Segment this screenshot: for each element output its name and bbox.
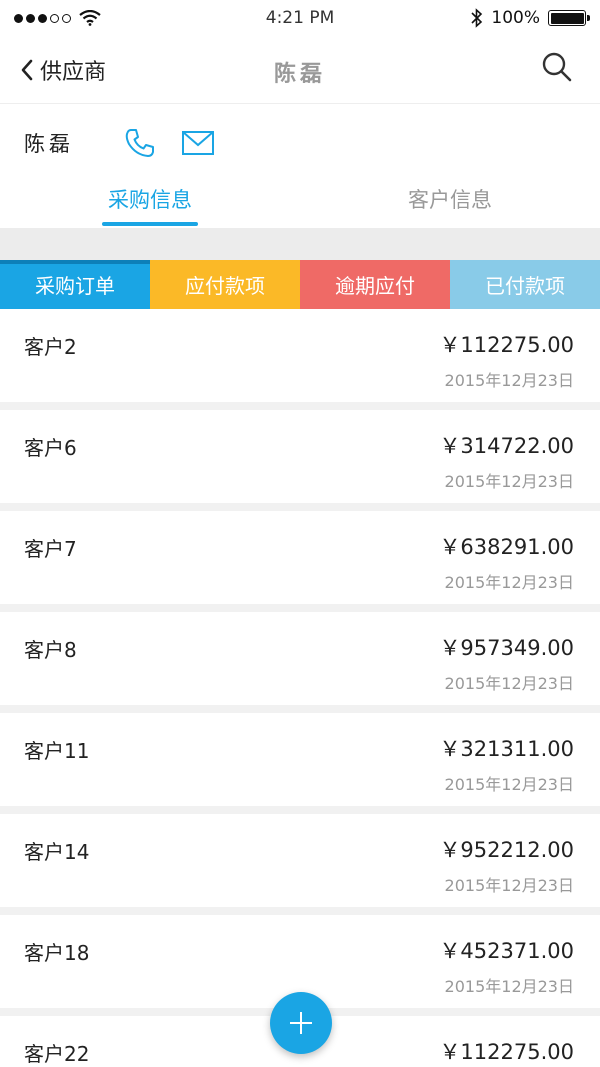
status-tabs: 采购订单 应付款项 逾期应付 已付款项 bbox=[0, 260, 600, 309]
date: 2015年12月23日 bbox=[444, 573, 574, 592]
list-item[interactable]: 客户11 ￥321311.00 2015年12月23日 bbox=[0, 713, 600, 806]
list-item[interactable]: 客户6 ￥314722.00 2015年12月23日 bbox=[0, 410, 600, 503]
list-item[interactable]: 客户14 ￥952212.00 2015年12月23日 bbox=[0, 814, 600, 907]
list-item[interactable]: 客户8 ￥957349.00 2015年12月23日 bbox=[0, 612, 600, 705]
customer-name: 客户22 bbox=[24, 1042, 90, 1066]
customer-name: 客户11 bbox=[24, 739, 90, 763]
amount: ￥112275.00 bbox=[439, 1040, 574, 1064]
list-item[interactable]: 客户2 ￥112275.00 2015年12月23日 bbox=[0, 309, 600, 402]
contact-name: 陈磊 bbox=[24, 132, 74, 156]
amount: ￥638291.00 bbox=[439, 535, 574, 559]
order-list: 客户2 ￥112275.00 2015年12月23日 客户6 ￥314722.0… bbox=[0, 309, 600, 1067]
tab-payables[interactable]: 应付款项 bbox=[150, 260, 300, 309]
date: 2015年12月23日 bbox=[444, 674, 574, 693]
bluetooth-icon bbox=[471, 8, 483, 28]
plus-icon bbox=[290, 1012, 312, 1034]
section-divider bbox=[0, 228, 600, 260]
search-icon bbox=[542, 52, 572, 82]
phone-icon bbox=[125, 129, 154, 157]
amount: ￥112275.00 bbox=[439, 333, 574, 357]
date: 2015年12月23日 bbox=[444, 775, 574, 794]
amount: ￥957349.00 bbox=[439, 636, 574, 660]
tab-customer-info[interactable]: 客户信息 bbox=[300, 170, 600, 228]
back-label: 供应商 bbox=[40, 60, 107, 85]
back-button[interactable]: 供应商 bbox=[20, 54, 106, 86]
customer-name: 客户2 bbox=[24, 335, 77, 359]
tab-purchase-info[interactable]: 采购信息 bbox=[0, 170, 300, 228]
status-tab-label: 逾期应付 bbox=[335, 274, 415, 298]
add-button[interactable] bbox=[270, 992, 332, 1054]
tab-purchase-orders[interactable]: 采购订单 bbox=[0, 260, 150, 309]
chevron-left-icon bbox=[21, 59, 33, 81]
date: 2015年12月23日 bbox=[444, 371, 574, 390]
status-tab-label: 采购订单 bbox=[35, 274, 115, 298]
customer-name: 客户18 bbox=[24, 941, 90, 965]
date: 2015年12月23日 bbox=[444, 472, 574, 491]
amount: ￥314722.00 bbox=[439, 434, 574, 458]
status-right: 100% bbox=[471, 8, 590, 28]
battery-percent: 100% bbox=[491, 8, 540, 28]
amount: ￥952212.00 bbox=[439, 838, 574, 862]
email-button[interactable] bbox=[180, 125, 216, 161]
status-left bbox=[14, 10, 101, 26]
info-tabs: 采购信息 客户信息 bbox=[0, 170, 600, 228]
call-button[interactable] bbox=[122, 125, 158, 161]
customer-name: 客户6 bbox=[24, 436, 77, 460]
customer-name: 客户8 bbox=[24, 638, 77, 662]
customer-name: 客户7 bbox=[24, 537, 77, 561]
status-bar: 100% bbox=[0, 0, 600, 36]
list-item[interactable]: 客户7 ￥638291.00 2015年12月23日 bbox=[0, 511, 600, 604]
signal-icon bbox=[14, 13, 71, 23]
date: 2015年12月23日 bbox=[444, 876, 574, 895]
tab-overdue-payables[interactable]: 逾期应付 bbox=[300, 260, 450, 309]
wifi-icon bbox=[79, 10, 101, 26]
tab-label: 采购信息 bbox=[108, 188, 192, 212]
customer-name: 客户14 bbox=[24, 840, 90, 864]
amount: ￥452371.00 bbox=[439, 939, 574, 963]
battery-icon bbox=[548, 10, 590, 26]
mail-icon bbox=[182, 131, 214, 155]
amount: ￥321311.00 bbox=[439, 737, 574, 761]
nav-bar: 供应商 陈磊 bbox=[0, 36, 600, 104]
search-button[interactable] bbox=[540, 50, 576, 86]
status-tab-label: 已付款项 bbox=[485, 274, 565, 298]
status-tab-label: 应付款项 bbox=[185, 274, 265, 298]
tab-label: 客户信息 bbox=[408, 188, 492, 212]
tab-paid[interactable]: 已付款项 bbox=[450, 260, 600, 309]
date: 2015年12月23日 bbox=[444, 977, 574, 996]
